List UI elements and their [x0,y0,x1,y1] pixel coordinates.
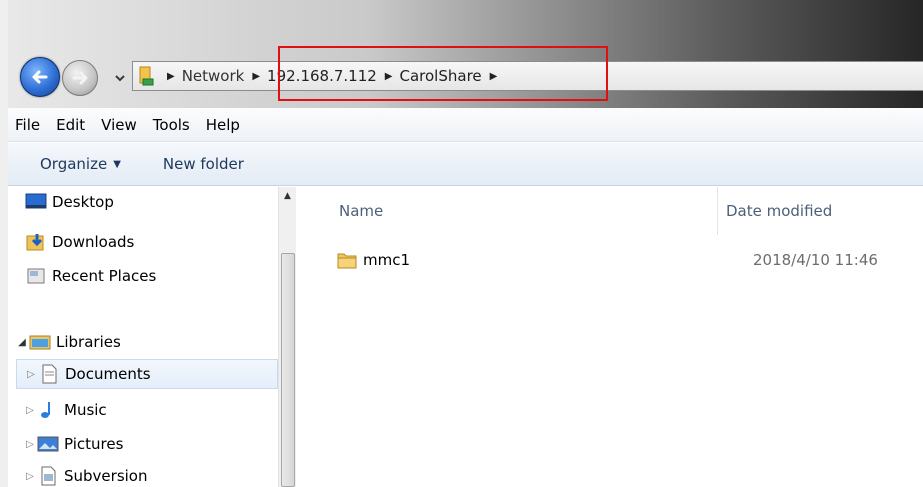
expand-triangle-icon[interactable]: ▷ [24,471,36,482]
collapse-triangle-icon[interactable]: ◢ [16,337,28,348]
recent-places-icon [24,266,48,286]
column-header-name[interactable]: Name [339,187,383,235]
nav-item-subversion[interactable]: ▷ Subversion [24,461,148,487]
menu-file[interactable]: File [8,116,49,134]
breadcrumb-share[interactable]: CarolShare [400,67,482,85]
file-name: mmc1 [363,251,411,269]
expand-triangle-icon[interactable]: ▷ [24,439,36,450]
forward-button[interactable] [62,60,98,96]
forward-arrow-icon [72,71,88,85]
breadcrumb-separator[interactable]: ▶ [167,71,175,82]
breadcrumb-network[interactable]: Network [182,67,245,85]
back-arrow-icon [32,70,48,84]
menu-edit[interactable]: Edit [49,116,94,134]
subversion-icon [36,466,60,486]
nav-pane-scrollbar[interactable]: ▲ [278,187,296,487]
file-date-modified: 2018/4/10 11:46 [753,251,878,269]
nav-item-downloads[interactable]: Downloads [24,227,134,257]
organize-label: Organize [40,155,108,173]
desktop-icon [24,192,48,212]
folder-icon [337,251,357,269]
column-divider[interactable] [717,187,718,235]
menu-view[interactable]: View [94,116,146,134]
navigation-pane: Desktop Downloads Recent Places ◢ Librar… [8,187,296,487]
scrollbar-thumb[interactable] [281,253,295,487]
organize-button[interactable]: Organize ▼ [40,155,121,173]
chevron-down-icon [115,75,125,82]
libraries-icon [28,332,52,352]
dropdown-arrow-icon: ▼ [113,158,121,170]
breadcrumb-separator[interactable]: ▶ [385,71,393,82]
nav-item-documents[interactable]: ▷ Documents [16,359,278,389]
new-folder-button[interactable]: New folder [163,155,244,173]
file-list-pane: Name Date modified mmc1 2018/4/10 11:46 [297,187,923,487]
nav-item-libraries[interactable]: ◢ Libraries [16,327,121,357]
nav-item-recent-places[interactable]: Recent Places [24,261,156,291]
pictures-icon [36,434,60,454]
expand-triangle-icon[interactable]: ▷ [24,405,36,416]
menu-bar: File Edit View Tools Help [8,108,923,142]
breadcrumb-separator[interactable]: ▶ [490,71,498,82]
menu-help[interactable]: Help [199,116,249,134]
music-icon [36,400,60,420]
nav-item-pictures[interactable]: ▷ Pictures [24,429,123,459]
network-location-icon [135,64,159,88]
scroll-up-arrow-icon[interactable]: ▲ [279,187,296,205]
window-border [0,0,8,487]
documents-icon [37,364,61,384]
window-chrome [0,0,923,108]
breadcrumb-host[interactable]: 192.168.7.112 [267,67,377,85]
recent-pages-button[interactable] [112,70,128,86]
menu-tools[interactable]: Tools [146,116,199,134]
expand-triangle-icon[interactable]: ▷ [25,369,37,380]
nav-item-music[interactable]: ▷ Music [24,395,107,425]
nav-item-desktop[interactable]: Desktop [24,187,114,217]
breadcrumb-separator[interactable]: ▶ [252,71,260,82]
address-bar[interactable]: ▶ Network ▶ 192.168.7.112 ▶ CarolShare ▶ [132,61,923,91]
file-row[interactable]: mmc1 2018/4/10 11:46 [337,245,897,275]
downloads-icon [24,232,48,252]
back-button[interactable] [20,57,60,97]
column-header-date-modified[interactable]: Date modified [726,187,832,235]
command-bar: Organize ▼ New folder [8,143,923,186]
